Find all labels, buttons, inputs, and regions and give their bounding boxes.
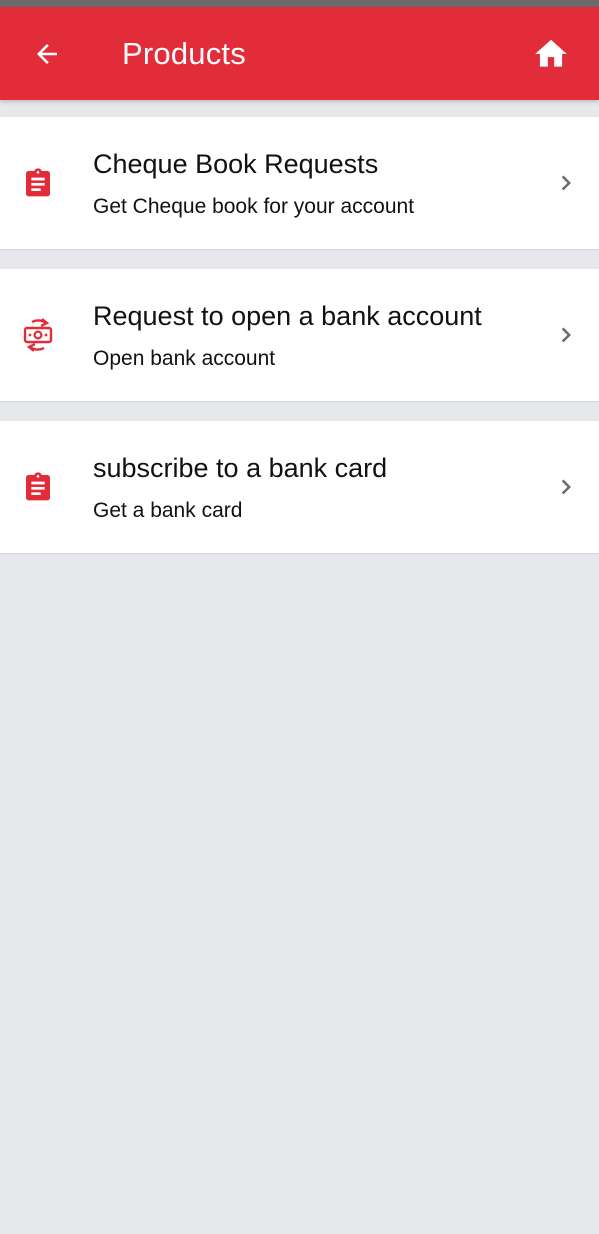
product-title: Request to open a bank account (93, 301, 482, 331)
product-subtitle: Open bank account (93, 347, 276, 370)
product-subtitle: Get a bank card (93, 499, 243, 522)
product-subtitle: Get Cheque book for your account (93, 195, 415, 218)
chevron-right-icon (552, 319, 582, 351)
product-item-open-bank-account[interactable]: Request to open a bank account Open bank… (0, 269, 599, 402)
status-bar (0, 0, 599, 7)
arrow-left-icon (37, 44, 57, 64)
product-title: Cheque Book Requests (93, 149, 379, 179)
products-list: Cheque Book Requests Get Cheque book for… (0, 117, 599, 573)
product-item-bank-card[interactable]: subscribe to a bank card Get a bank card (0, 421, 599, 554)
page-title: Products (122, 36, 246, 71)
money-exchange-icon (20, 317, 56, 353)
clipboard-icon (20, 469, 56, 505)
home-button[interactable] (528, 33, 574, 75)
home-icon (535, 39, 567, 67)
back-button[interactable] (24, 34, 70, 74)
product-item-cheque-book[interactable]: Cheque Book Requests Get Cheque book for… (0, 117, 599, 250)
clipboard-icon (20, 165, 56, 201)
product-title: subscribe to a bank card (93, 453, 388, 483)
app-bar: Products (0, 7, 599, 100)
chevron-right-icon (552, 167, 582, 199)
chevron-right-icon (552, 471, 582, 503)
